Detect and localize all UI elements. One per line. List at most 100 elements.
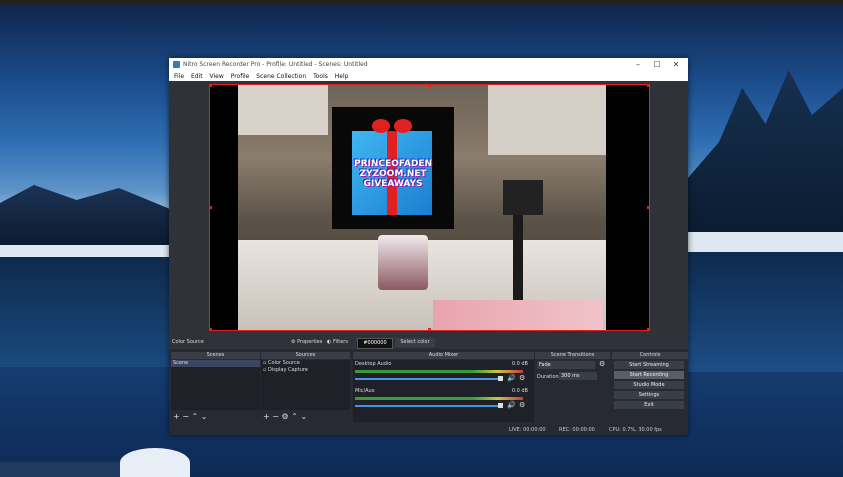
preview-area: PRINCEOFADEN ZYZOOM.NET GIVEAWAYS [169,81,688,336]
source-item[interactable]: ▫ Display Capture [261,367,350,374]
resize-handle[interactable] [647,206,649,209]
audio-mixer-header: Audio Mixer [353,352,534,359]
right-snowbank [688,232,843,252]
resize-handle[interactable] [647,85,649,87]
scenes-toolbar: + − ⌃ ⌄ [173,412,207,421]
scenes-dock: Scenes Scene + − ⌃ ⌄ [171,352,260,422]
menu-profile[interactable]: Profile [231,73,250,80]
camera [503,180,543,215]
duration-label: Duration [537,374,559,380]
kitchen-cabinet [488,85,606,155]
down-icon[interactable]: ⌄ [300,412,307,421]
gear-icon[interactable]: ⚙ [282,412,289,421]
select-color-button[interactable]: Select color [395,338,435,347]
properties-button[interactable]: ⚙ Properties [291,338,322,347]
menu-view[interactable]: View [210,73,224,80]
macarons [433,300,603,330]
filters-label: Filters [332,339,348,345]
left-snowbank [0,245,170,257]
speaker-icon[interactable]: 🔊 [507,401,516,409]
close-button[interactable]: ✕ [669,59,683,70]
scenes-list: Scene [171,360,260,410]
resize-handle[interactable] [210,206,212,209]
cake [378,235,428,290]
duration-field[interactable]: 300 ms [559,372,597,380]
exit-button[interactable]: Exit [614,401,684,409]
resize-handle[interactable] [647,328,649,330]
source-label: Display Capture [267,367,308,373]
live-status: LIVE: 00:00:00 [509,427,546,433]
settings-button[interactable]: Settings [614,391,684,399]
menu-scene-collection[interactable]: Scene Collection [256,73,306,80]
filters-button[interactable]: ◐ Filters [327,338,348,347]
volume-slider[interactable] [355,405,500,407]
speaker-icon[interactable]: 🔊 [507,374,516,382]
menu-help[interactable]: Help [335,73,349,80]
up-icon[interactable]: ⌃ [192,412,199,421]
snow-rock [120,448,190,477]
watermark-line: ZYZOOM.NET [359,169,427,179]
app-icon [173,61,180,68]
maximize-button[interactable]: ☐ [650,59,664,70]
menu-bar: File Edit View Profile Scene Collection … [169,71,688,81]
channel-name: Desktop Audio [355,361,392,367]
down-icon[interactable]: ⌄ [201,412,208,421]
remove-icon[interactable]: − [182,412,189,421]
volume-slider[interactable] [355,378,500,380]
top-strip [0,0,843,5]
sources-toolbar: + − ⚙ ⌃ ⌄ [263,412,307,421]
gear-icon[interactable]: ⚙ [519,374,525,382]
resize-handle[interactable] [210,85,212,87]
preview-canvas[interactable]: PRINCEOFADEN ZYZOOM.NET GIVEAWAYS [209,84,650,331]
menu-file[interactable]: File [174,73,184,80]
source-item[interactable]: ▫ Color Source [261,360,350,367]
volume-meter [355,370,523,373]
title-bar[interactable]: Nitro Screen Recorder Pro - Profile: Unt… [169,58,688,71]
watermark-text: PRINCEOFADEN ZYZOOM.NET GIVEAWAYS [332,159,454,189]
resize-handle[interactable] [428,85,431,87]
controls-header: Controls [612,352,688,359]
studio-mode-button[interactable]: Studio Mode [614,381,684,389]
source-toolbar: Color Source ⚙ Properties ◐ Filters #000… [169,336,688,349]
up-icon[interactable]: ⌃ [291,412,298,421]
gear-icon: ⚙ [291,339,296,345]
properties-label: Properties [297,339,323,345]
rec-status: REC: 00:00:00 [559,427,595,433]
giveaway-watermark: PRINCEOFADEN ZYZOOM.NET GIVEAWAYS [332,107,454,229]
scenes-header: Scenes [171,352,260,359]
transitions-header: Scene Transitions [535,352,610,359]
resize-handle[interactable] [210,328,212,330]
start-recording-button[interactable]: Start Recording [614,371,684,379]
audio-mixer-dock: Audio Mixer Desktop Audio 0.0 dB 🔊 ⚙ Mic… [353,352,534,422]
window-title: Nitro Screen Recorder Pro - Profile: Unt… [183,61,368,68]
resize-handle[interactable] [428,328,431,330]
sources-header: Sources [261,352,350,359]
minimize-button[interactable]: – [631,59,645,70]
kitchen-cabinet [238,85,328,135]
gear-icon[interactable]: ⚙ [599,360,605,368]
filter-icon: ◐ [327,339,332,345]
watermark-line: GIVEAWAYS [363,179,423,189]
color-value-field[interactable]: #000000 [357,338,393,349]
start-streaming-button[interactable]: Start Streaming [614,361,684,369]
scene-item[interactable]: Scene [171,360,260,367]
cpu-status: CPU: 0.7%, 30.00 fps [609,427,662,433]
slider-knob[interactable] [498,376,503,381]
selected-source-name: Color Source [172,339,204,345]
remove-icon[interactable]: − [272,412,279,421]
slider-knob[interactable] [498,403,503,408]
menu-tools[interactable]: Tools [313,73,328,80]
right-lake [688,252,843,372]
menu-edit[interactable]: Edit [191,73,203,80]
source-label: Color Source [267,360,300,366]
channel-level: 0.0 dB [511,388,528,394]
gear-icon[interactable]: ⚙ [519,401,525,409]
transition-select[interactable]: Fade [537,361,595,369]
foreground-shore [0,462,120,477]
right-forest [688,70,843,250]
controls-dock: Controls Start Streaming Start Recording… [612,352,688,422]
channel-level: 0.0 dB [511,361,528,367]
scene-transitions-dock: Scene Transitions Fade ⚙ Duration 300 ms [535,352,610,422]
add-icon[interactable]: + [173,412,180,421]
add-icon[interactable]: + [263,412,270,421]
